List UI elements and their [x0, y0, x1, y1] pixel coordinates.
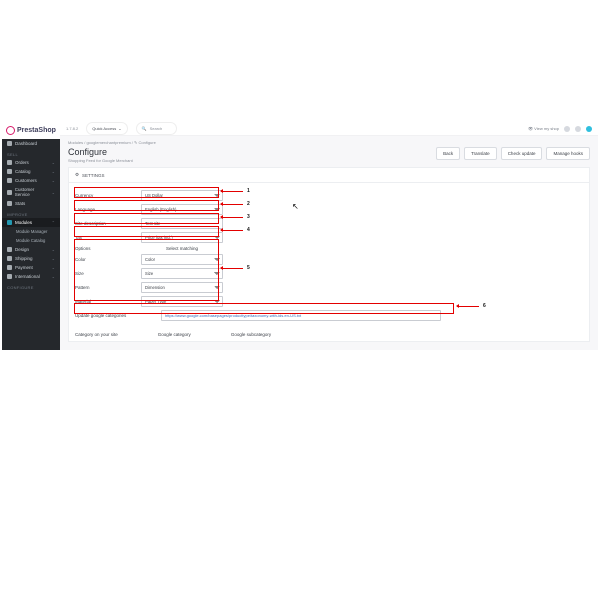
- sidebar-item-stats[interactable]: Stats: [2, 199, 60, 208]
- translate-button[interactable]: Translate: [464, 147, 497, 160]
- breadcrumb: Modules / googlemerchantpremium / ✎ Conf…: [60, 136, 598, 145]
- quick-access-dropdown[interactable]: Quick Access ⌄: [86, 122, 127, 135]
- currency-label: Currency: [75, 193, 135, 198]
- sidebar-item-payment[interactable]: Payment⌄: [2, 263, 60, 272]
- stats-icon: [7, 201, 12, 206]
- sidebar-item-shipping[interactable]: Shipping⌄: [2, 254, 60, 263]
- update-categories-input[interactable]: [161, 310, 441, 321]
- cursor-icon: ↖: [292, 202, 299, 211]
- design-icon: [7, 247, 12, 252]
- page-subtitle: Shopping Feed for Google Merchant: [68, 158, 133, 163]
- language-select[interactable]: English (English): [141, 204, 223, 215]
- sidebar-item-module-manager[interactable]: Module Manager: [2, 227, 60, 236]
- currency-select[interactable]: US Dollar: [141, 190, 223, 201]
- page-title: Configure: [68, 147, 133, 157]
- sidebar-item-dashboard[interactable]: Dashboard: [2, 139, 60, 148]
- category-headers-row: Category on your site Google category Go…: [69, 328, 589, 341]
- cat-header-google: Google category: [158, 332, 191, 337]
- dashboard-icon: [7, 141, 12, 146]
- view-shop-link[interactable]: 👁 View my shop: [528, 126, 559, 131]
- notification-icon[interactable]: [564, 126, 570, 132]
- check-update-button[interactable]: Check update: [501, 147, 543, 160]
- pattern-select[interactable]: Dimension: [141, 282, 223, 293]
- sidebar-item-orders[interactable]: Orders⌄: [2, 158, 60, 167]
- main-content: 1.7.8.2 Quick Access ⌄ 🔍Search 👁 View my…: [60, 122, 598, 350]
- manage-hooks-button[interactable]: Manage hooks: [546, 147, 590, 160]
- sidebar-item-customer-service[interactable]: Customer Service⌄: [2, 185, 60, 199]
- material-label: Material: [75, 299, 135, 304]
- sidebar-item-catalog[interactable]: Catalog⌄: [2, 167, 60, 176]
- site-description-input[interactable]: [141, 218, 223, 229]
- version-label: 1.7.8.2: [66, 126, 78, 131]
- update-categories-label: Update google categories: [75, 313, 155, 318]
- topbar: 1.7.8.2 Quick Access ⌄ 🔍Search 👁 View my…: [60, 122, 598, 136]
- sidebar-item-design[interactable]: Design⌄: [2, 245, 60, 254]
- tax-select[interactable]: Price (tax incl.): [141, 232, 223, 243]
- brand-logo: PrestaShop: [2, 122, 60, 139]
- puzzle-icon: [7, 220, 12, 225]
- cat-header-site: Category on your site: [75, 332, 118, 337]
- customers-icon: [7, 178, 12, 183]
- settings-icon: ⚙: [75, 172, 79, 178]
- material-select[interactable]: Paper Type: [141, 296, 223, 307]
- matching-header: Select matching: [141, 246, 223, 251]
- sidebar-item-modules[interactable]: Modules⌃: [2, 218, 60, 227]
- sidebar-section-improve: IMPROVE: [2, 208, 60, 218]
- size-select[interactable]: Size: [141, 268, 223, 279]
- chevron-up-icon: ⌃: [52, 220, 55, 225]
- chevron-down-icon: ⌄: [52, 160, 55, 165]
- cat-header-subcat: Google subcategory: [231, 332, 271, 337]
- sidebar-item-customers[interactable]: Customers⌄: [2, 176, 60, 185]
- catalog-icon: [7, 169, 12, 174]
- avatar[interactable]: [586, 126, 592, 132]
- language-label: Language: [75, 207, 135, 212]
- payment-icon: [7, 265, 12, 270]
- sidebar-item-international[interactable]: International⌄: [2, 272, 60, 281]
- tax-label: Tax: [75, 235, 135, 240]
- panel-header: ⚙SETTINGS: [69, 168, 589, 183]
- orders-icon: [7, 160, 12, 165]
- pattern-label: Pattern: [75, 285, 135, 290]
- search-icon: 🔍: [142, 126, 147, 131]
- sidebar-item-module-catalog[interactable]: Module Catalog: [2, 236, 60, 245]
- sidebar-section-sell: SELL: [2, 148, 60, 158]
- color-select[interactable]: Color: [141, 254, 223, 265]
- color-label: Color: [75, 257, 135, 262]
- site-description-label: Site description: [75, 221, 135, 226]
- size-label: Size: [75, 271, 135, 276]
- logo-icon: [6, 126, 15, 135]
- search-input[interactable]: 🔍Search: [136, 122, 178, 135]
- gift-icon[interactable]: [575, 126, 581, 132]
- truck-icon: [7, 256, 12, 261]
- sidebar: PrestaShop Dashboard SELL Orders⌄ Catalo…: [2, 122, 60, 350]
- settings-panel: ⚙SETTINGS Currency US Dollar Language En…: [68, 167, 590, 342]
- chevron-down-icon: ⌄: [118, 126, 121, 131]
- globe-icon: [7, 274, 12, 279]
- options-label: Options: [75, 246, 135, 251]
- back-button[interactable]: Back: [436, 147, 460, 160]
- headset-icon: [7, 190, 12, 195]
- sidebar-section-configure: CONFIGURE: [2, 281, 60, 291]
